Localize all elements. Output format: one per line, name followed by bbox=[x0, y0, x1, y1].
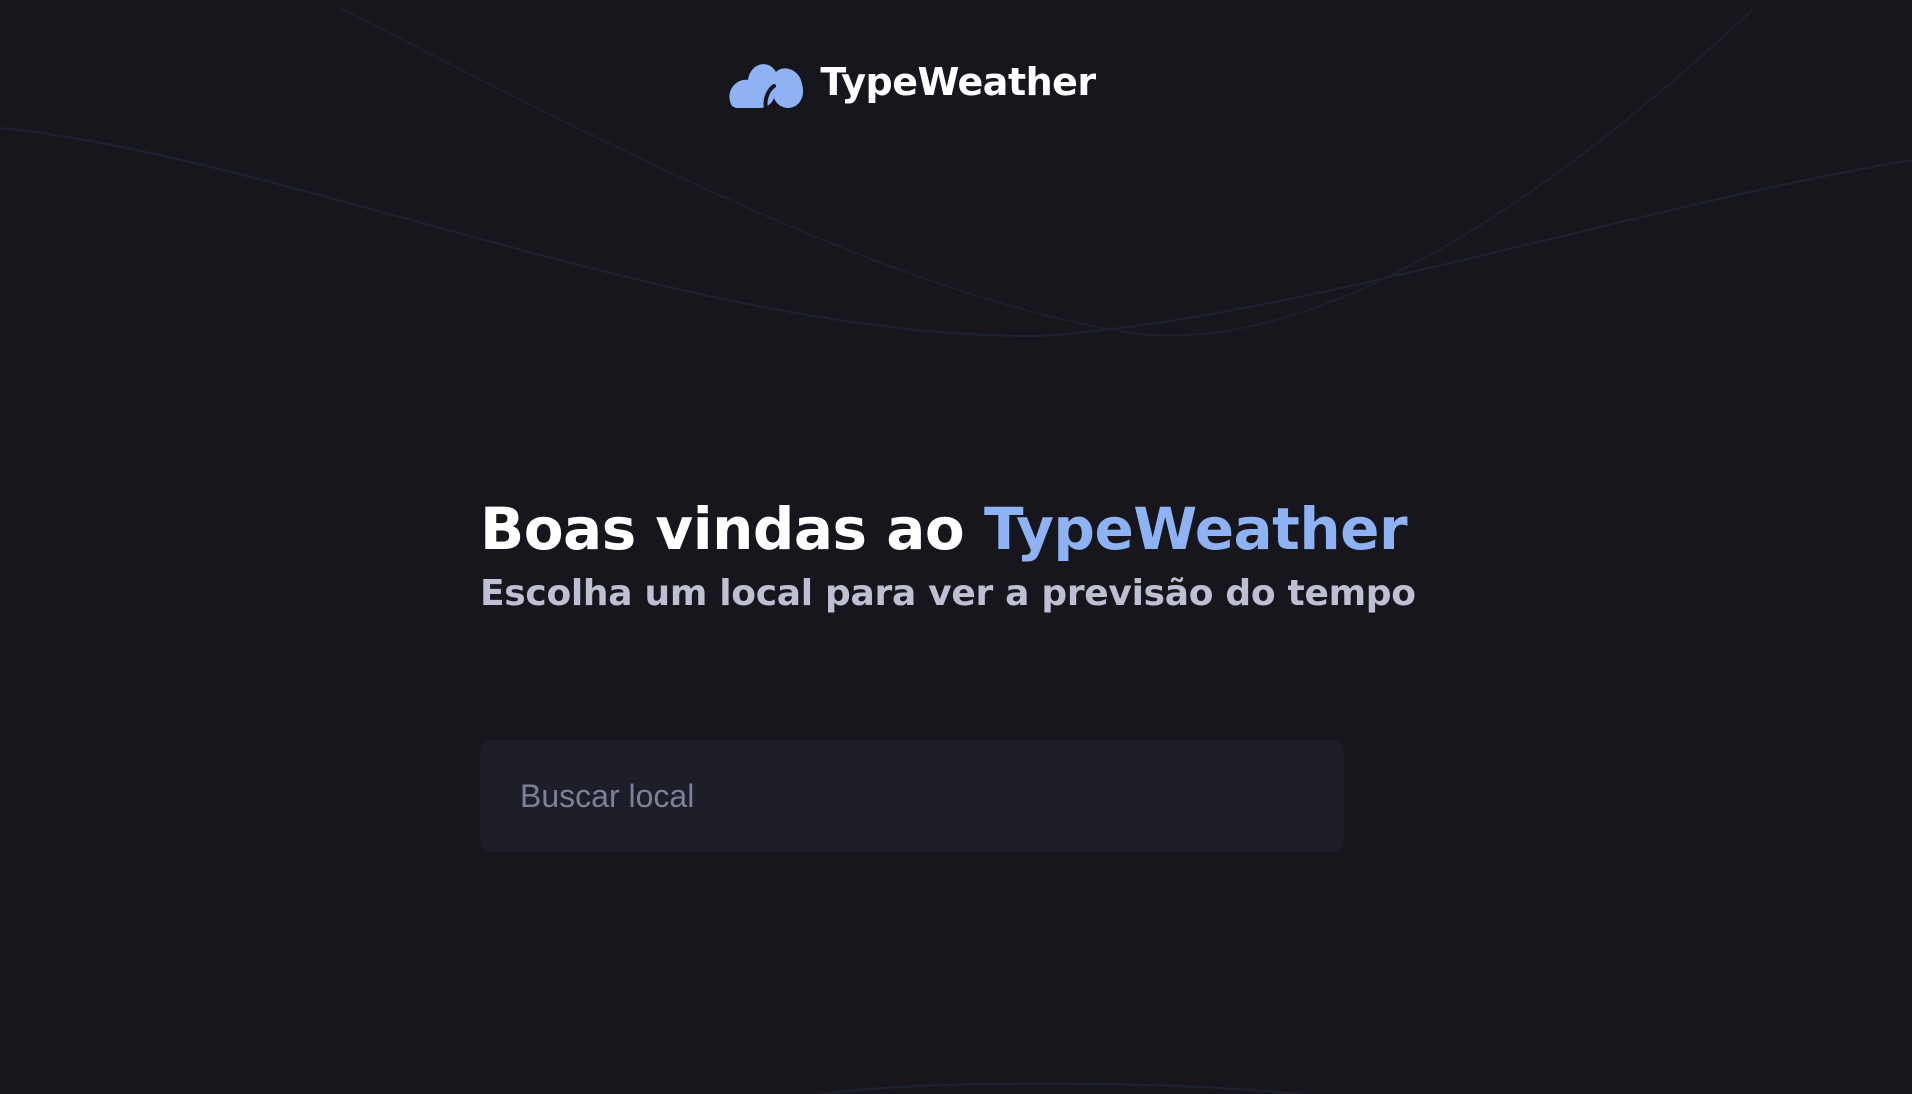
app-name: TypeWeather bbox=[820, 60, 1096, 104]
welcome-section: Boas vindas ao TypeWeather Escolha um lo… bbox=[480, 488, 1416, 618]
welcome-subtitle: Escolha um local para ver a previsão do … bbox=[480, 573, 1416, 614]
search-input[interactable] bbox=[480, 740, 1344, 852]
welcome-title-highlight: TypeWeather bbox=[983, 495, 1408, 563]
welcome-title: Boas vindas ao TypeWeather bbox=[480, 488, 1408, 570]
cloud-icon bbox=[729, 64, 804, 110]
welcome-title-prefix: Boas vindas ao bbox=[480, 495, 984, 563]
app-logo: TypeWeather bbox=[0, 54, 1824, 110]
